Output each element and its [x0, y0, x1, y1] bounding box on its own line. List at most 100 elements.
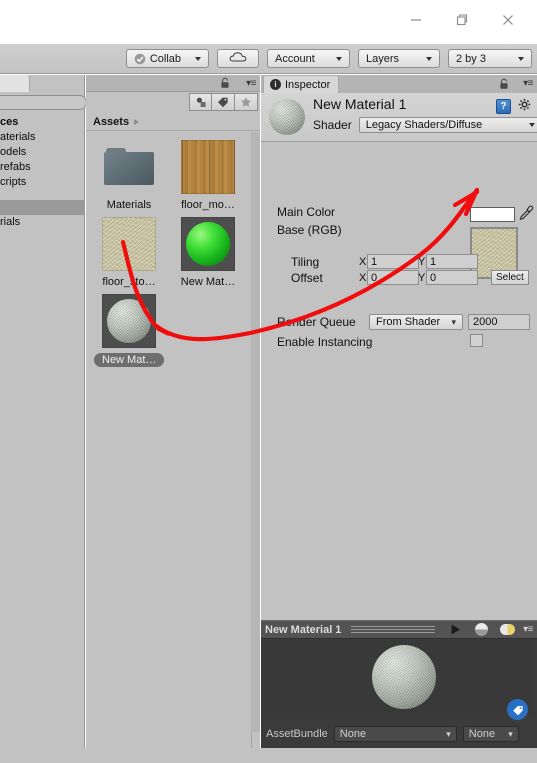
chevron-down-icon: [195, 56, 201, 61]
shader-row: Shader Legacy Shaders/Diffuse: [313, 117, 537, 133]
render-queue-label: Render Queue: [277, 315, 356, 329]
asset-item-floor-mod[interactable]: floor_mo…: [173, 140, 243, 211]
material-stone-thumbnail: [102, 294, 156, 348]
assetbundle-name-dropdown[interactable]: None ▾: [333, 726, 457, 742]
account-button[interactable]: Account: [267, 49, 350, 68]
asset-label: Materials: [106, 199, 152, 211]
page-title: New Material 1: [313, 96, 407, 112]
shader-label: Shader: [313, 118, 352, 132]
inspector-tabstrip: i Inspector ▾≡: [261, 75, 537, 93]
offset-x-input[interactable]: 0: [367, 270, 419, 285]
tab-inspector[interactable]: i Inspector: [263, 75, 340, 93]
shader-dropdown[interactable]: Legacy Shaders/Diffuse: [358, 117, 537, 133]
preview-menu-icon[interactable]: ▾≡: [523, 624, 533, 635]
folder-icon: [102, 140, 156, 194]
project-tabstrip: ▾≡: [86, 75, 260, 92]
close-icon[interactable]: [485, 5, 531, 35]
cloud-icon: [229, 51, 247, 66]
asset-label: floor_sto…: [102, 276, 156, 288]
tree-divider: [0, 190, 85, 200]
stepper-arrows-icon: ▾: [446, 729, 451, 739]
render-queue-value-input[interactable]: 2000: [468, 314, 530, 330]
tree-item-4[interactable]: cripts: [0, 175, 85, 190]
inspector-body: Main Color Base (RGB) Select Tiling X 1 …: [261, 142, 537, 620]
asset-item-materials[interactable]: Materials: [94, 140, 164, 211]
offset-x-axis-label: X: [359, 272, 367, 284]
maximize-icon[interactable]: [439, 5, 485, 35]
gear-icon[interactable]: [518, 98, 532, 115]
base-rgb-label: Base (RGB): [277, 223, 342, 237]
type-filter-icon[interactable]: [189, 93, 212, 111]
material-preview-icon: [269, 99, 305, 135]
tiling-x-axis-label: X: [359, 256, 367, 268]
tree-item-5-selected[interactable]: [0, 200, 85, 215]
main-color-label: Main Color: [277, 205, 336, 219]
asset-item-new-material-1[interactable]: New Mat…: [94, 294, 165, 370]
shader-value: Legacy Shaders/Diffuse: [365, 119, 483, 131]
inspector-header: New Material 1 ? Shader Legacy Shaders/D…: [261, 93, 537, 142]
render-queue-dropdown[interactable]: From Shader ▾: [369, 314, 463, 330]
preview-drag-handle[interactable]: [351, 626, 436, 633]
window-titlebar: [0, 0, 537, 44]
assetbundle-variant-value: None: [468, 728, 496, 740]
asset-item-floor-stone[interactable]: floor_sto…: [94, 217, 164, 288]
lock-icon[interactable]: [499, 78, 509, 93]
asset-item-new-material-green[interactable]: New Mat…: [173, 217, 243, 288]
layers-button[interactable]: Layers: [358, 49, 440, 68]
account-label: Account: [275, 52, 315, 65]
select-texture-button[interactable]: Select: [491, 270, 529, 285]
material-preview-panel: New Material 1 ▾≡ AssetBundle None ▾ Non…: [261, 620, 537, 749]
tree-item-0[interactable]: ces: [0, 115, 85, 130]
cloud-services-button[interactable]: [217, 49, 259, 68]
panel-menu-icon[interactable]: ▾≡: [523, 78, 533, 89]
texture-wood-thumbnail: [181, 140, 235, 194]
play-icon[interactable]: [445, 622, 465, 637]
main-color-swatch[interactable]: [470, 207, 515, 222]
tree-item-6[interactable]: rials: [0, 215, 85, 230]
chevron-down-icon: [518, 56, 524, 61]
label-filter-icon[interactable]: [212, 93, 235, 111]
chevron-down-icon: [528, 123, 535, 127]
assets-grid: Materials floor_mo… floor_sto… New Mat…: [86, 132, 252, 732]
panel-menu-icon[interactable]: ▾≡: [246, 78, 256, 89]
tree-item-1[interactable]: aterials: [0, 130, 85, 145]
preview-stage[interactable]: [264, 640, 534, 715]
offset-label: Offset: [291, 271, 323, 285]
eyedropper-icon[interactable]: [519, 205, 534, 224]
minimize-icon[interactable]: [393, 5, 439, 35]
hierarchy-tree: ces aterials odels refabs cripts rials: [0, 115, 85, 230]
project-panel: ▾≡ Assets Materials floor_mo… floor_sto……: [86, 75, 260, 763]
tiling-y-axis-label: Y: [418, 256, 426, 268]
breadcrumb-label[interactable]: Assets: [93, 116, 129, 128]
assetbundle-variant-dropdown[interactable]: None ▾: [462, 726, 519, 742]
tree-item-2[interactable]: odels: [0, 145, 85, 160]
tab-label: Inspector: [285, 78, 331, 91]
layout-button[interactable]: 2 by 3: [448, 49, 532, 68]
tiling-y-input[interactable]: 1: [426, 254, 478, 269]
preview-lighting-icon[interactable]: [497, 622, 517, 637]
hierarchy-tab[interactable]: [0, 75, 30, 92]
stepper-arrows-icon: ▾: [508, 729, 513, 739]
chevron-right-icon: [134, 118, 140, 125]
unity-toolbar: Collab Account Layers 2 by 3: [0, 44, 537, 74]
project-scrollbar[interactable]: [251, 132, 260, 732]
tiling-x-input[interactable]: 1: [367, 254, 419, 269]
favorite-star-icon[interactable]: [235, 93, 258, 111]
texture-stone-thumbnail: [102, 217, 156, 271]
preview-sphere-icon[interactable]: [471, 622, 491, 637]
lock-icon[interactable]: [220, 77, 230, 89]
offset-y-input[interactable]: 0: [426, 270, 478, 285]
preview-material-sphere: [372, 645, 436, 709]
hierarchy-search-input[interactable]: [0, 95, 87, 110]
asset-label-tag-icon[interactable]: [507, 699, 528, 720]
collab-button[interactable]: Collab: [125, 49, 209, 68]
enable-instancing-checkbox[interactable]: [470, 334, 483, 347]
help-book-icon[interactable]: ?: [496, 99, 511, 114]
stepper-arrows-icon: ▾: [451, 317, 456, 327]
assetbundle-row: AssetBundle None ▾ None ▾: [261, 725, 537, 743]
project-filter-buttons: [189, 93, 260, 111]
asset-label: New Mat…: [180, 276, 236, 288]
tree-item-3[interactable]: refabs: [0, 160, 85, 175]
tiling-label: Tiling: [291, 255, 320, 269]
layers-label: Layers: [366, 52, 400, 65]
